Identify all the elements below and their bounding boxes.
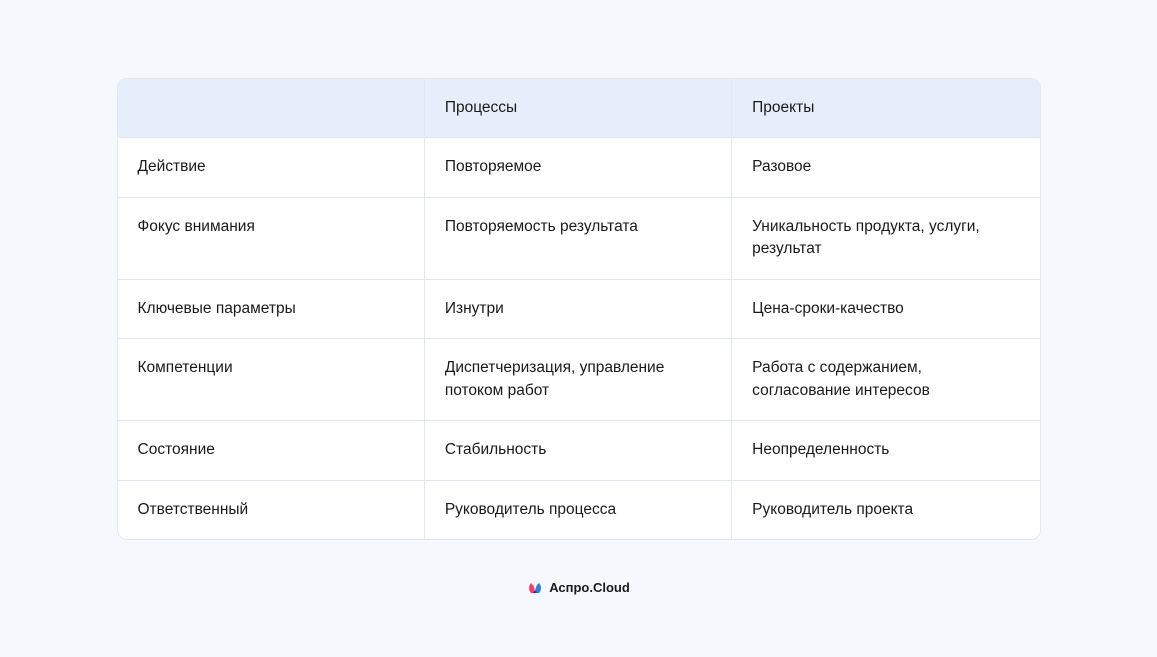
cell-projects: Уникальность продукта, услуги, результат [732, 198, 1039, 279]
cell-projects: Цена-сроки-качество [732, 280, 1039, 338]
cell-projects: Работа с содержанием, согласование интер… [732, 339, 1039, 420]
cell-projects: Неопределенность [732, 421, 1039, 479]
cell-processes: Повторяемость результата [425, 198, 732, 279]
cell-projects: Руководитель проекта [732, 481, 1039, 539]
table-row: Ключевые параметры Изнутри Цена-сроки-ка… [118, 280, 1040, 339]
table-row: Фокус внимания Повторяемость результата … [118, 198, 1040, 280]
table-row: Ответственный Руководитель процесса Руко… [118, 481, 1040, 539]
table-row: Компетенции Диспетчеризация, управление … [118, 339, 1040, 421]
row-label: Компетенции [118, 339, 425, 420]
row-label: Фокус внимания [118, 198, 425, 279]
cell-projects: Разовое [732, 138, 1039, 196]
table-row: Состояние Стабильность Неопределенность [118, 421, 1040, 480]
table-header-projects: Проекты [732, 79, 1039, 137]
table-row: Действие Повторяемое Разовое [118, 138, 1040, 197]
cell-processes: Изнутри [425, 280, 732, 338]
row-label: Ответственный [118, 481, 425, 539]
cell-processes: Повторяемое [425, 138, 732, 196]
row-label: Состояние [118, 421, 425, 479]
comparison-table: Процессы Проекты Действие Повторяемое Ра… [117, 78, 1041, 540]
cell-processes: Стабильность [425, 421, 732, 479]
row-label: Действие [118, 138, 425, 196]
table-header-row: Процессы Проекты [118, 79, 1040, 138]
brand-footer: Аспро.Cloud [527, 580, 630, 595]
table-header-processes: Процессы [425, 79, 732, 137]
brand-label: Аспро.Cloud [549, 580, 630, 595]
cell-processes: Диспетчеризация, управление потоком рабо… [425, 339, 732, 420]
cell-processes: Руководитель процесса [425, 481, 732, 539]
table-header-empty [118, 79, 425, 137]
brand-logo-icon [527, 581, 543, 595]
row-label: Ключевые параметры [118, 280, 425, 338]
